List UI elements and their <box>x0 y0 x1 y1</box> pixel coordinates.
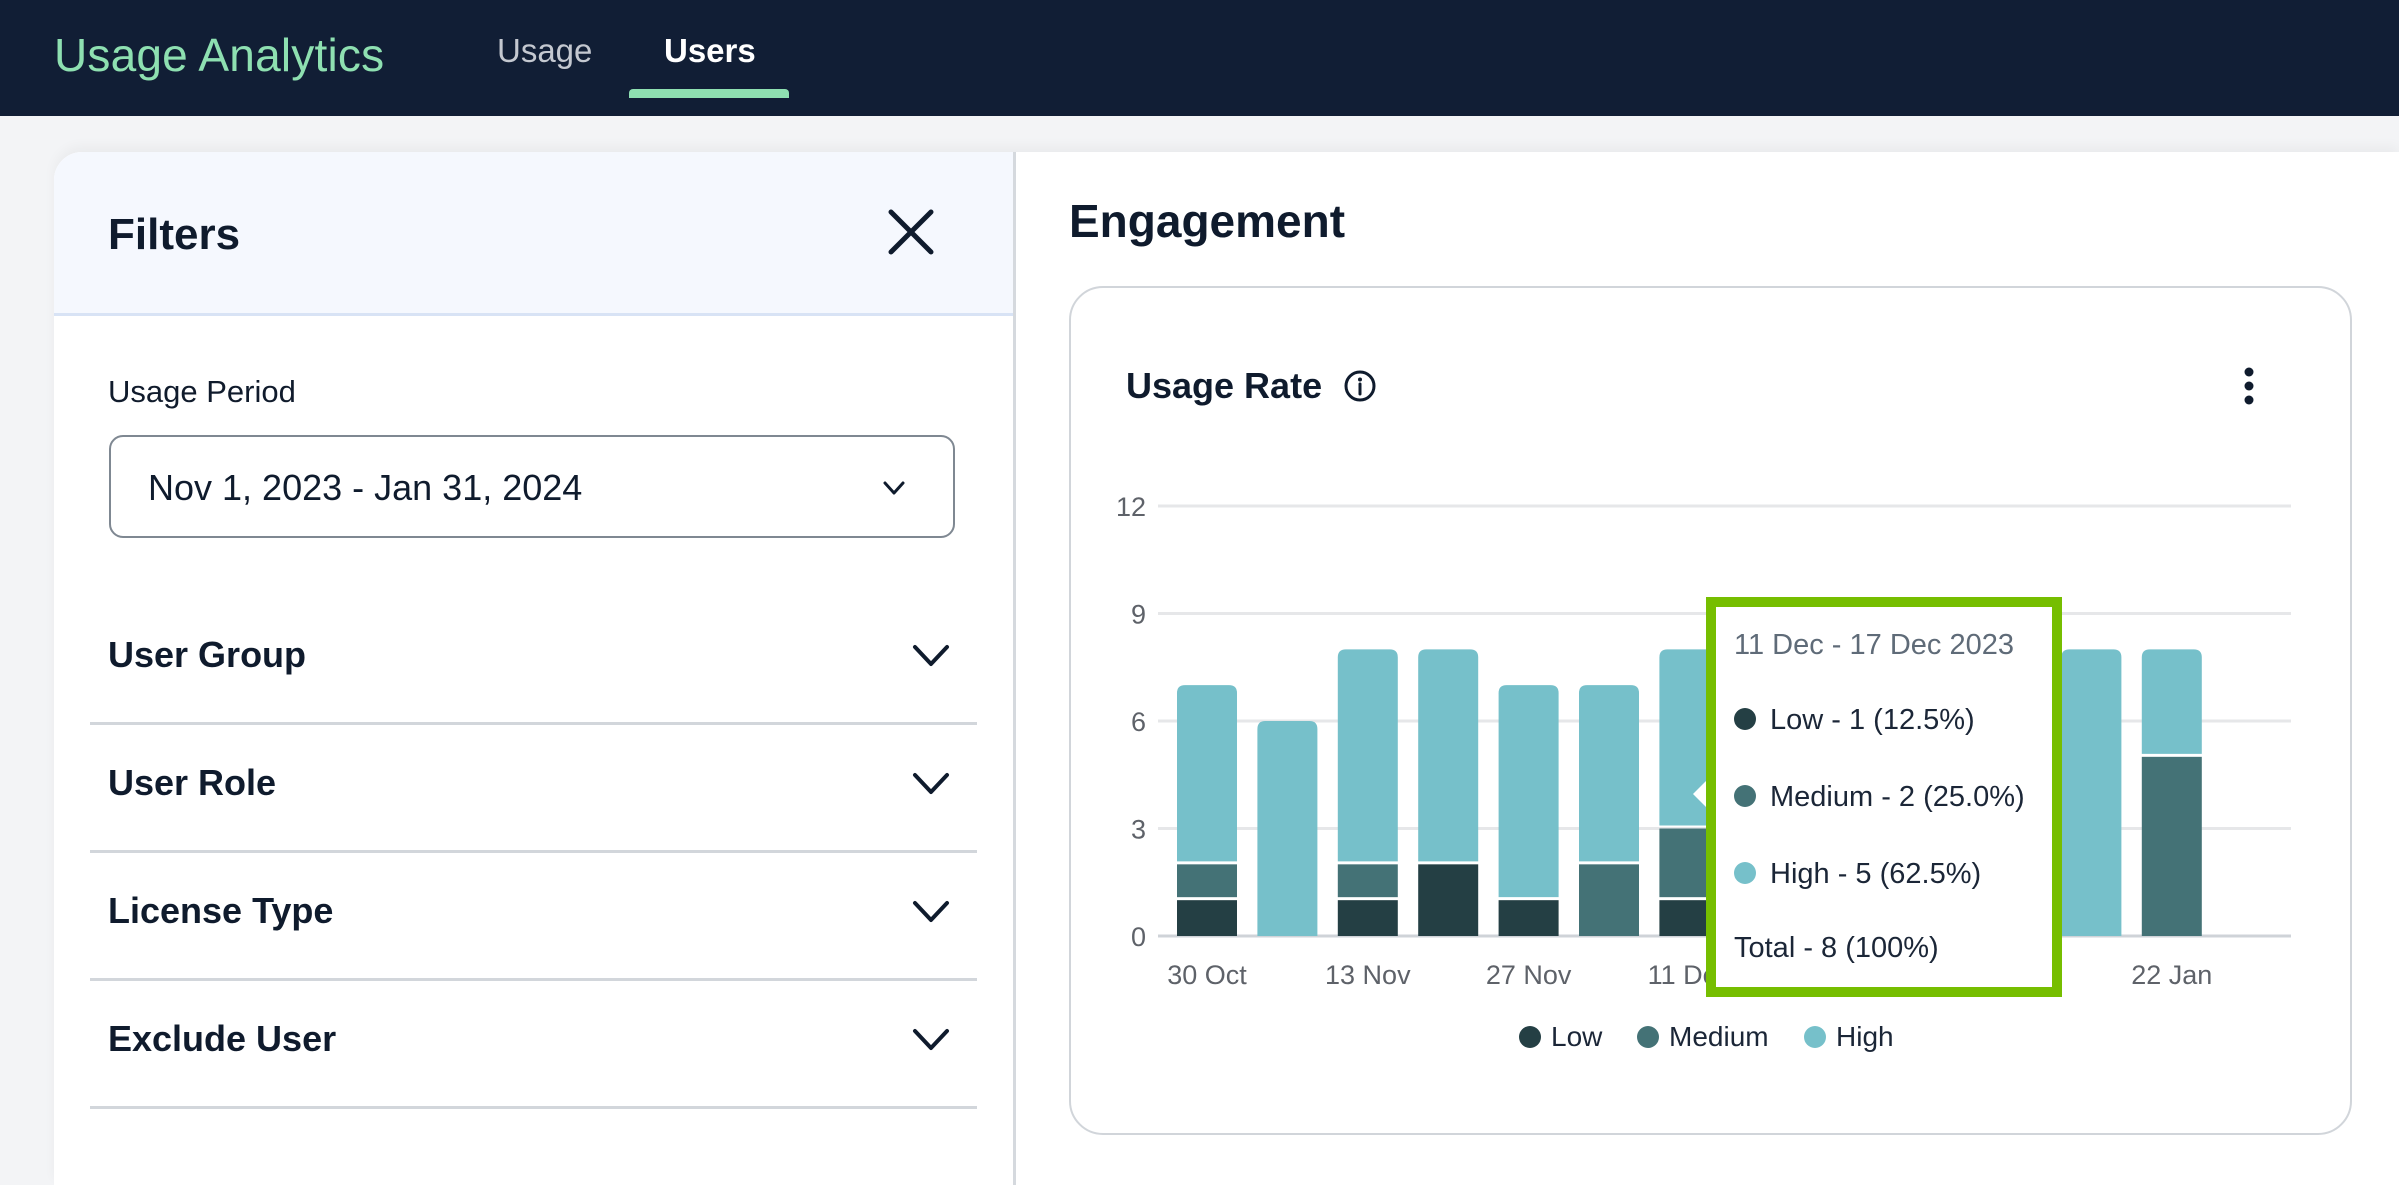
chart-tooltip: 11 Dec - 17 Dec 2023 Low - 1 (12.5%) Med… <box>1706 597 2062 997</box>
chevron-down-icon <box>913 773 949 794</box>
tooltip-dot-medium <box>1734 785 1756 808</box>
more-options-icon[interactable] <box>2231 364 2267 412</box>
tooltip-text: Medium - 2 (25.0%) <box>1770 781 2025 813</box>
section-title: Engagement <box>1069 195 1346 247</box>
accordion-label: User Group <box>108 634 307 675</box>
accordion-label: User Role <box>108 762 277 803</box>
legend-dot-low <box>1519 1025 1541 1048</box>
legend-dot-high <box>1804 1025 1826 1048</box>
tooltip-date: 11 Dec - 17 Dec 2023 <box>1734 629 2014 661</box>
close-icon <box>888 209 934 255</box>
usage-period-label: Usage Period <box>108 374 296 409</box>
legend-label: High <box>1836 1021 1894 1052</box>
tooltip-dot-high <box>1734 862 1756 885</box>
info-icon[interactable] <box>1343 369 1377 403</box>
accordion-user-role[interactable]: User Role <box>90 722 977 853</box>
chevron-down-icon <box>913 901 949 922</box>
close-filters-button[interactable] <box>886 204 936 260</box>
legend-item-low[interactable]: Low <box>1519 1021 1602 1053</box>
accordion-exclude-user[interactable]: Exclude User <box>90 978 977 1109</box>
tooltip-text: Low - 1 (12.5%) <box>1770 704 1975 736</box>
usage-period-select[interactable]: Nov 1, 2023 - Jan 31, 2024 <box>109 435 955 538</box>
top-nav: Usage Analytics Usage Users <box>0 0 2399 116</box>
accordion-license-type[interactable]: License Type <box>90 850 977 981</box>
legend-label: Medium <box>1669 1021 1769 1052</box>
filters-title: Filters <box>108 210 241 259</box>
tab-users[interactable]: Users <box>664 32 756 70</box>
chevron-down-icon <box>883 481 905 495</box>
legend-item-high[interactable]: High <box>1804 1021 1894 1053</box>
tooltip-row-high: High - 5 (62.5%) <box>1734 858 1981 891</box>
tooltip-arrow <box>1693 781 1706 807</box>
accordion-label: License Type <box>108 890 334 931</box>
chevron-down-icon <box>913 1029 949 1050</box>
tooltip-text: High - 5 (62.5%) <box>1770 858 1982 890</box>
tab-usage[interactable]: Usage <box>497 32 592 70</box>
accordion-user-group[interactable]: User Group <box>90 594 977 725</box>
app-title: Usage Analytics <box>54 29 385 81</box>
legend-label: Low <box>1551 1021 1603 1052</box>
filters-header: Filters <box>54 152 1013 316</box>
chevron-down-icon <box>913 645 949 666</box>
usage-period-value: Nov 1, 2023 - Jan 31, 2024 <box>148 467 583 508</box>
legend-dot-medium <box>1637 1025 1659 1048</box>
tooltip-row-low: Low - 1 (12.5%) <box>1734 704 1975 737</box>
filters-panel: Filters Usage Period Nov 1, 2023 - Jan 3… <box>54 152 1016 1185</box>
card-title: Usage Rate <box>1126 365 1323 406</box>
legend-item-medium[interactable]: Medium <box>1637 1021 1769 1053</box>
tooltip-dot-low <box>1734 708 1756 731</box>
tooltip-row-medium: Medium - 2 (25.0%) <box>1734 781 2025 814</box>
tooltip-total: Total - 8 (100%) <box>1734 932 1939 964</box>
accordion-label: Exclude User <box>108 1018 337 1059</box>
active-tab-indicator <box>629 89 789 98</box>
